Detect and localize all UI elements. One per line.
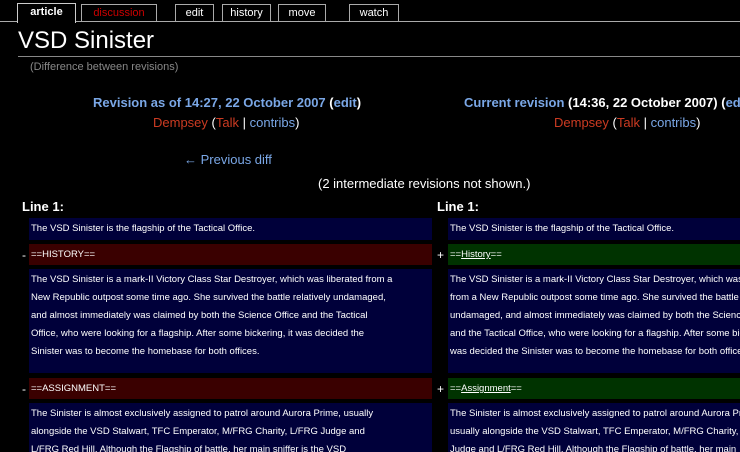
- text-line: Sinister was to become the homebase for …: [31, 346, 260, 357]
- text-line: L/FRG Red Hill. Although the Flagship of…: [31, 444, 347, 452]
- deletion-marker: -: [22, 382, 26, 396]
- addition-marker: +: [437, 248, 445, 262]
- left-revision-header: Revision as of 14:27, 22 October 2007 (e…: [93, 95, 361, 110]
- paren: (: [608, 115, 617, 130]
- changed-word: History: [461, 249, 491, 260]
- paren: ): [696, 115, 701, 130]
- text-line: Judge and L/FRG Red Hill. Although the F…: [450, 444, 737, 452]
- left-context-paragraph: The VSD Sinister is a mark-II Victory Cl…: [29, 269, 432, 373]
- left-revision-link[interactable]: Revision as of 14:27, 22 October 2007: [93, 95, 326, 110]
- tab-watch[interactable]: watch: [349, 4, 399, 21]
- tab-bar: article discussion edit history move wat…: [0, 0, 740, 23]
- right-added-line: ==Assignment==: [448, 378, 740, 399]
- text-line: from a New Republic outpost some time ag…: [450, 292, 740, 303]
- separator: |: [239, 115, 250, 130]
- intermediate-revisions-note: (2 intermediate revisions not shown.): [318, 176, 531, 191]
- tab-edit[interactable]: edit: [175, 4, 214, 21]
- right-line-number: Line 1:: [437, 199, 479, 214]
- left-deleted-line: ==ASSIGNMENT==: [29, 378, 432, 399]
- wiki-markup: ==: [490, 249, 502, 260]
- tab-article[interactable]: article: [17, 3, 76, 23]
- wiki-markup: ==: [510, 383, 522, 394]
- tab-move[interactable]: move: [278, 4, 326, 21]
- page-title: VSD Sinister: [18, 27, 155, 54]
- title-divider: [18, 56, 740, 57]
- right-talk-link[interactable]: Talk: [617, 115, 640, 130]
- left-user-line: Dempsey (Talk | contribs): [153, 115, 299, 130]
- text-line: alongside the VSD Stalwart, TFC Emperato…: [31, 426, 365, 437]
- text-line: The Sinister is almost exclusively assig…: [450, 408, 740, 419]
- text-line: The Sinister is almost exclusively assig…: [31, 408, 374, 419]
- left-user-link[interactable]: Dempsey: [153, 115, 208, 130]
- right-user-link[interactable]: Dempsey: [554, 115, 609, 130]
- tab-discussion[interactable]: discussion: [81, 4, 157, 21]
- addition-marker: +: [437, 382, 445, 396]
- right-context-line: The VSD Sinister is the flagship of the …: [448, 218, 740, 240]
- right-added-line: ==History==: [448, 244, 740, 265]
- text-line: undamaged, and almost immediately was cl…: [450, 310, 740, 321]
- right-contribs-link[interactable]: contribs: [651, 115, 697, 130]
- right-edit-link[interactable]: ed: [726, 95, 740, 110]
- left-context-paragraph: The Sinister is almost exclusively assig…: [29, 403, 432, 452]
- paren: ): [295, 115, 300, 130]
- text-line: was decided the Sinister was to become t…: [450, 346, 740, 357]
- paren: (: [325, 95, 334, 110]
- changed-word: Assignment: [461, 383, 511, 394]
- left-context-line: The VSD Sinister is the flagship of the …: [29, 218, 432, 240]
- left-talk-link[interactable]: Talk: [216, 115, 239, 130]
- tab-history[interactable]: history: [222, 4, 271, 21]
- text-line: New Republic outpost some time ago. She …: [31, 292, 386, 303]
- paren: (: [207, 115, 216, 130]
- wiki-markup: ==: [450, 383, 462, 394]
- text-line: The VSD Sinister is a mark-II Victory Cl…: [31, 274, 393, 285]
- right-user-line: Dempsey (Talk | contribs): [554, 115, 700, 130]
- left-line-number: Line 1:: [22, 199, 64, 214]
- left-contribs-link[interactable]: contribs: [250, 115, 296, 130]
- previous-diff-link[interactable]: ← Previous diff: [184, 152, 272, 167]
- right-revision-header: Current revision (14:36, 22 October 2007…: [464, 95, 740, 110]
- page-subtitle: (Difference between revisions): [30, 61, 179, 73]
- deletion-marker: -: [22, 248, 26, 262]
- left-deleted-line: ==HISTORY==: [29, 244, 432, 265]
- text-line: and almost immediately was claimed by bo…: [31, 310, 368, 321]
- text-line: and the Tactical Office, who were lookin…: [450, 328, 740, 339]
- paren: ): [356, 95, 362, 110]
- right-context-paragraph: The Sinister is almost exclusively assig…: [448, 403, 740, 452]
- separator: |: [640, 115, 651, 130]
- wiki-markup: ==: [450, 249, 462, 260]
- left-edit-link[interactable]: edit: [334, 95, 357, 110]
- text-line: Office, who were looking for a flagship.…: [31, 328, 365, 339]
- text-line: usually alongside the VSD Stalwart, TFC …: [450, 426, 740, 437]
- text-line: The VSD Sinister is a mark-II Victory Cl…: [450, 274, 740, 285]
- current-revision-label[interactable]: Current revision: [464, 95, 564, 110]
- right-timestamp: (14:36, 22 October 2007) (: [564, 95, 726, 110]
- right-context-paragraph: The VSD Sinister is a mark-II Victory Cl…: [448, 269, 740, 373]
- tab-divider: [0, 21, 740, 22]
